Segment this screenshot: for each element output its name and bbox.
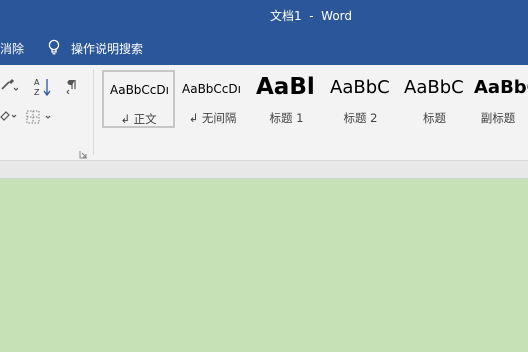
shading-dropdown[interactable]: [0, 109, 18, 125]
style-name: ↲ 正文: [120, 112, 157, 126]
ribbon-tab-bar: 消除 操作说明搜索: [0, 30, 528, 65]
style-subtitle[interactable]: AaBbC 副标题: [468, 70, 528, 128]
style-name: 标题 2: [343, 111, 378, 125]
style-sample: AaBbCcDı: [110, 83, 169, 97]
sort-az-icon: A Z: [34, 77, 52, 97]
sort-button[interactable]: A Z: [34, 77, 52, 97]
shading-icon: [0, 109, 18, 125]
document-area[interactable]: [0, 179, 528, 352]
style-name: 标题 1: [269, 111, 304, 125]
style-no-spacing[interactable]: AaBbCcDı ↲ 无间隔: [176, 70, 249, 128]
group-separator: [93, 69, 94, 155]
style-sample: AaBl: [256, 74, 315, 100]
tell-me-label: 操作说明搜索: [71, 42, 144, 56]
style-sample: AaBbC: [330, 77, 390, 98]
style-name: 标题: [423, 111, 446, 125]
tab-partial-label[interactable]: 消除: [0, 40, 24, 57]
pilcrow-icon: [66, 79, 80, 95]
svg-text:Z: Z: [34, 88, 40, 97]
borders-icon: [0, 77, 18, 93]
style-sample: AaBbCcDı: [182, 82, 241, 96]
border-grid-dropdown[interactable]: [26, 110, 56, 124]
style-name: 副标题: [480, 111, 516, 125]
ribbon: A Z AaBbCcDı ↲ 正文 AaBbCcDı ↲ 无间隔 AaBl 标题…: [0, 65, 528, 161]
paragraph-dialog-launcher-icon[interactable]: [79, 144, 88, 159]
style-heading-1[interactable]: AaBl 标题 1: [250, 70, 323, 128]
style-normal[interactable]: AaBbCcDı ↲ 正文: [102, 70, 175, 128]
show-marks-button[interactable]: [66, 79, 80, 95]
style-heading-2[interactable]: AaBbC 标题 2: [324, 70, 397, 128]
title-bar: 文档1 - Word: [0, 0, 528, 30]
window-title: 文档1 - Word: [269, 9, 353, 23]
style-sample: AaBbC: [404, 77, 464, 98]
style-sample: AaBbC: [474, 77, 528, 98]
ribbon-bottom-strip: [0, 161, 528, 179]
lightbulb-icon: [47, 39, 71, 58]
border-grid-icon: [26, 110, 56, 124]
styles-gallery: AaBbCcDı ↲ 正文 AaBbCcDı ↲ 无间隔 AaBl 标题 1 A…: [100, 70, 528, 130]
style-title[interactable]: AaBbC 标题: [398, 70, 471, 128]
style-name: ↲ 无间隔: [188, 111, 237, 125]
tell-me-search[interactable]: 操作说明搜索: [47, 39, 143, 58]
svg-text:A: A: [34, 78, 40, 87]
borders-dropdown[interactable]: [0, 77, 18, 93]
